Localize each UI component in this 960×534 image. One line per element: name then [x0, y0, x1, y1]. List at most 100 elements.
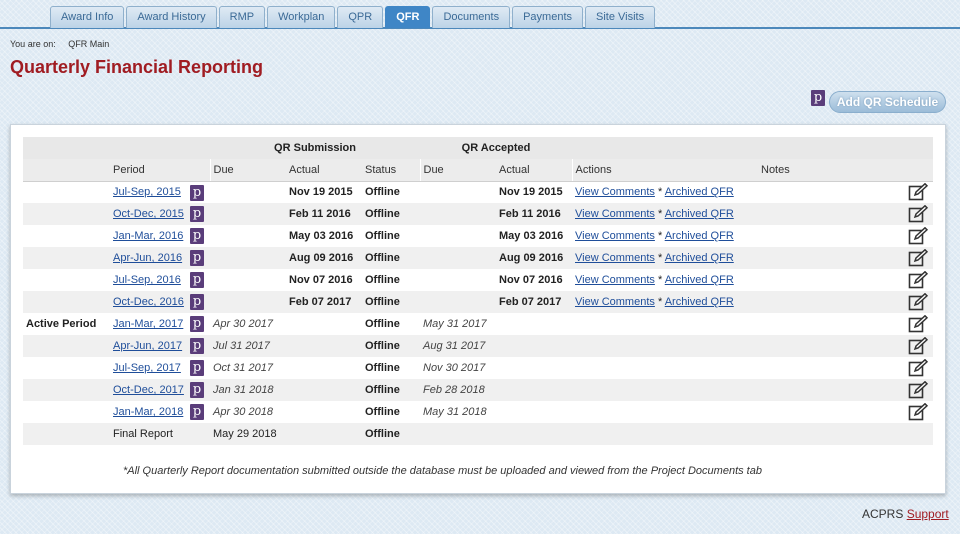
- tab-site-visits[interactable]: Site Visits: [585, 6, 656, 28]
- footnote: *All Quarterly Report documentation subm…: [123, 465, 762, 477]
- row-label: [23, 335, 110, 357]
- period-link[interactable]: Apr-Jun, 2016: [113, 252, 182, 264]
- period-link[interactable]: Jan-Mar, 2018: [113, 406, 183, 418]
- col-edit: [903, 159, 933, 182]
- tab-award-history[interactable]: Award History: [126, 6, 217, 28]
- group-header-blank: [23, 137, 210, 159]
- p-icon[interactable]: p: [190, 206, 204, 222]
- due-date: May 29 2018: [210, 423, 286, 445]
- edit-icon[interactable]: [906, 227, 930, 245]
- edit-icon[interactable]: [906, 205, 930, 223]
- archived-qfr-link[interactable]: Archived QFR: [665, 296, 734, 308]
- edit-cell[interactable]: [903, 247, 933, 269]
- period-link[interactable]: Jul-Sep, 2017: [113, 362, 181, 374]
- edit-cell[interactable]: [903, 335, 933, 357]
- edit-cell[interactable]: [903, 313, 933, 335]
- accepted-actual-date: [496, 335, 572, 357]
- period-cell: Jan-Mar, 2018 p: [110, 401, 210, 423]
- p-icon[interactable]: p: [190, 184, 204, 201]
- accepted-due-date: [420, 247, 496, 269]
- period-link[interactable]: Oct-Dec, 2016: [113, 296, 184, 308]
- tab-qpr[interactable]: QPR: [337, 6, 384, 28]
- p-icon[interactable]: p: [190, 294, 204, 310]
- tab-rmp[interactable]: RMP: [218, 6, 266, 28]
- archived-qfr-link[interactable]: Archived QFR: [665, 208, 734, 220]
- edit-icon[interactable]: [906, 381, 930, 399]
- edit-cell[interactable]: [903, 181, 933, 203]
- archived-qfr-link[interactable]: Archived QFR: [665, 274, 734, 286]
- view-comments-link[interactable]: View Comments: [575, 296, 655, 308]
- edit-icon[interactable]: [906, 359, 930, 377]
- row-label: [23, 401, 110, 423]
- view-comments-link[interactable]: View Comments: [575, 252, 655, 264]
- tab-workplan[interactable]: Workplan: [267, 6, 336, 28]
- p-icon[interactable]: p: [190, 360, 204, 376]
- p-icon[interactable]: p: [190, 250, 204, 266]
- p-icon[interactable]: p: [190, 228, 204, 244]
- view-comments-link[interactable]: View Comments: [575, 208, 655, 220]
- row-label: [23, 225, 110, 247]
- add-qr-schedule-button[interactable]: Add QR Schedule: [829, 91, 946, 113]
- period-link[interactable]: Oct-Dec, 2015: [113, 208, 184, 220]
- period-link[interactable]: Jan-Mar, 2017: [113, 318, 183, 330]
- tab-award-info[interactable]: Award Info: [50, 6, 125, 28]
- edit-cell[interactable]: [903, 225, 933, 247]
- period-cell: Jul-Sep, 2016 p: [110, 269, 210, 291]
- accepted-actual-date: May 03 2016: [496, 225, 572, 247]
- archived-qfr-link[interactable]: Archived QFR: [665, 252, 734, 264]
- actual-date: Nov 07 2016: [286, 269, 362, 291]
- due-date: [210, 203, 286, 225]
- due-date: [210, 269, 286, 291]
- row-label: [23, 357, 110, 379]
- tab-payments[interactable]: Payments: [512, 6, 584, 28]
- period-cell: Oct-Dec, 2016 p: [110, 291, 210, 313]
- row-label: [23, 379, 110, 401]
- support-link[interactable]: Support: [907, 507, 949, 521]
- p-icon[interactable]: p: [811, 90, 825, 106]
- archived-qfr-link[interactable]: Archived QFR: [665, 186, 734, 198]
- period-link[interactable]: Jan-Mar, 2016: [113, 230, 183, 242]
- edit-icon[interactable]: [906, 403, 930, 421]
- view-comments-link[interactable]: View Comments: [575, 274, 655, 286]
- col-accepted-actual: Actual: [496, 159, 572, 182]
- p-icon[interactable]: p: [190, 316, 204, 332]
- archived-qfr-link[interactable]: Archived QFR: [665, 230, 734, 242]
- period-link[interactable]: Jul-Sep, 2015: [113, 186, 181, 198]
- period-link[interactable]: Jul-Sep, 2016: [113, 274, 181, 286]
- p-icon[interactable]: p: [190, 382, 204, 398]
- edit-icon[interactable]: [906, 293, 930, 311]
- edit-cell[interactable]: [903, 379, 933, 401]
- status: Offline: [362, 335, 420, 357]
- edit-cell[interactable]: [903, 203, 933, 225]
- edit-cell[interactable]: [903, 357, 933, 379]
- col-due: Due: [209, 159, 286, 182]
- edit-icon[interactable]: [906, 183, 930, 201]
- actions-cell: [572, 379, 758, 401]
- empty-cell: [903, 423, 933, 445]
- edit-icon[interactable]: [906, 337, 930, 355]
- actual-date: Feb 07 2017: [286, 291, 362, 313]
- period-link[interactable]: Apr-Jun, 2017: [113, 340, 182, 352]
- p-icon[interactable]: p: [190, 338, 204, 354]
- p-icon[interactable]: p: [190, 404, 204, 420]
- edit-icon[interactable]: [906, 249, 930, 267]
- period-link[interactable]: Oct-Dec, 2017: [113, 384, 184, 396]
- tab-qfr[interactable]: QFR: [385, 6, 431, 28]
- p-icon[interactable]: p: [190, 272, 204, 288]
- edit-cell[interactable]: [903, 401, 933, 423]
- due-date: Oct 31 2017: [210, 357, 286, 379]
- edit-icon[interactable]: [906, 271, 930, 289]
- view-comments-link[interactable]: View Comments: [575, 186, 655, 198]
- accepted-actual-date: [496, 313, 572, 335]
- notes-cell: [758, 401, 903, 423]
- edit-cell[interactable]: [903, 291, 933, 313]
- status: Offline: [362, 423, 420, 445]
- edit-cell[interactable]: [903, 269, 933, 291]
- actions-separator: *: [654, 274, 665, 286]
- tab-documents[interactable]: Documents: [432, 6, 511, 28]
- edit-icon[interactable]: [906, 315, 930, 333]
- table-row: Apr-Jun, 2017 p Jul 31 2017 Offline Aug 31 2…: [23, 335, 933, 357]
- view-comments-link[interactable]: View Comments: [575, 230, 655, 242]
- table-row: Active Period Jan-Mar, 2017 p Apr 30 2017 Of…: [23, 313, 933, 335]
- actions-separator: *: [654, 230, 665, 242]
